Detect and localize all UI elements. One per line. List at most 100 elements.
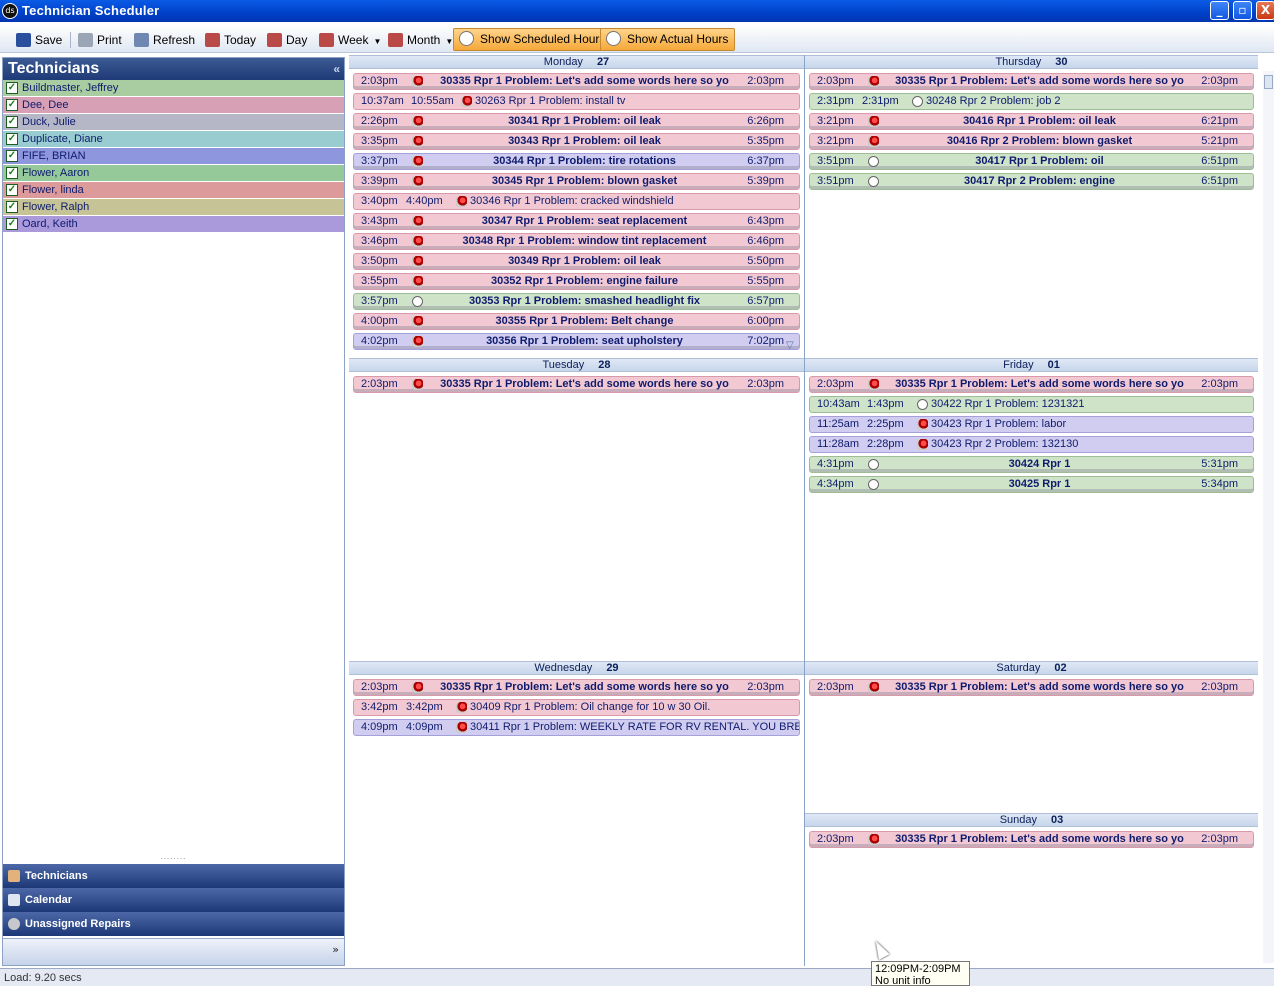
appointment-title: 30422 Rpr 1 Problem: 1231321 [931, 398, 1085, 410]
save-button[interactable]: Save [16, 30, 62, 50]
close-button[interactable]: X [1256, 1, 1274, 20]
checkbox-checked-icon[interactable]: ✓ [6, 167, 18, 179]
start-time: 3:46pm [361, 235, 398, 247]
appointment-mon[interactable]: 3:43pm 30347 Rpr 1 Problem: seat replacem… [353, 213, 800, 230]
appointment-mon[interactable]: 3:37pm 30344 Rpr 1 Problem: tire rotation… [353, 153, 800, 170]
start-time: 4:00pm [361, 315, 398, 327]
day-header-sunday[interactable]: Sunday 03 [805, 813, 1258, 827]
print-button[interactable]: Print [78, 30, 122, 50]
day-header-wednesday[interactable]: Wednesday 29 [349, 661, 804, 675]
appointment-wed[interactable]: 4:09pm 4:09pm 30411 Rpr 1 Problem: WEEKLY … [353, 719, 800, 736]
appointment-fri[interactable]: 10:43am 1:43pm 30422 Rpr 1 Problem: 123132… [809, 396, 1254, 413]
appointment-thu[interactable]: 2:31pm 2:31pm 30248 Rpr 2 Problem: job 2 [809, 93, 1254, 110]
end-time: 2:03pm [747, 75, 784, 87]
appointment-mon[interactable]: 3:57pm 30353 Rpr 1 Problem: smashed headl… [353, 293, 800, 310]
technician-row[interactable]: ✓ Duck, Julie [3, 114, 344, 131]
start-time: 4:31pm [817, 458, 854, 470]
refresh-button[interactable]: Refresh [134, 30, 195, 50]
appointment-mon[interactable]: 3:46pm 30348 Rpr 1 Problem: window tint r… [353, 233, 800, 250]
day-header-saturday[interactable]: Saturday 02 [805, 661, 1258, 675]
checkbox-checked-icon[interactable]: ✓ [6, 218, 18, 230]
vertical-scrollbar[interactable] [1263, 71, 1274, 963]
day-name: Friday [1003, 359, 1034, 371]
collapse-icon[interactable]: « [333, 58, 340, 80]
repair-icon [412, 379, 423, 390]
chevron-right-icon[interactable]: » [332, 943, 339, 956]
appointment-wed[interactable]: 3:42pm 3:42pm 30409 Rpr 1 Problem: Oil cha… [353, 699, 800, 716]
today-button[interactable]: Today [205, 30, 256, 50]
day-view-button[interactable]: Day [267, 30, 307, 50]
appointment-thu[interactable]: 2:03pm 30335 Rpr 1 Problem: Let's add som… [809, 73, 1254, 90]
technician-name: Flower, Aaron [22, 167, 90, 179]
nav-calendar-button[interactable]: Calendar [3, 888, 344, 912]
technician-row[interactable]: ✓ Buildmaster, Jeffrey [3, 80, 344, 97]
checkbox-checked-icon[interactable]: ✓ [6, 184, 18, 196]
day-header-monday[interactable]: Monday 27 [349, 55, 804, 69]
day-header-tuesday[interactable]: Tuesday 28 [349, 358, 804, 372]
end-time: 6:26pm [747, 115, 784, 127]
appointment-mon[interactable]: 2:26pm 30341 Rpr 1 Problem: oil leak 6:26p… [353, 113, 800, 130]
appointment-mon[interactable]: 3:50pm 30349 Rpr 1 Problem: oil leak 5:50p… [353, 253, 800, 270]
appointment-wed[interactable]: 2:03pm 30335 Rpr 1 Problem: Let's add som… [353, 679, 800, 696]
appointment-sun[interactable]: 2:03pm 30335 Rpr 1 Problem: Let's add som… [809, 831, 1254, 848]
start-time: 3:37pm [361, 155, 398, 167]
technician-row[interactable]: ✓ FIFE, BRIAN [3, 148, 344, 165]
checkbox-checked-icon[interactable]: ✓ [6, 82, 18, 94]
appointment-mon[interactable]: 10:37am 10:55am 30263 Rpr 1 Problem: insta… [353, 93, 800, 110]
appointment-thu[interactable]: 3:21pm 30416 Rpr 1 Problem: oil leak 6:21p… [809, 113, 1254, 130]
chevron-down-icon[interactable]: ▼ [373, 37, 381, 46]
appointment-mon[interactable]: 4:02pm 30356 Rpr 1 Problem: seat upholste… [353, 333, 800, 350]
appointment-thu[interactable]: 3:21pm 30416 Rpr 2 Problem: blown gasket 5… [809, 133, 1254, 150]
start-time: 11:25am [817, 418, 859, 430]
show-actual-hours-button[interactable]: Show Actual Hours [600, 28, 736, 51]
technician-row[interactable]: ✓ Duplicate, Diane [3, 131, 344, 148]
month-view-button[interactable]: Month ▼ [388, 30, 453, 50]
start-time: 11:28am [817, 438, 859, 450]
maximize-button[interactable]: ▫ [1233, 1, 1252, 20]
more-appointments-icon[interactable]: ▽ [786, 340, 794, 351]
appointment-mon[interactable]: 3:55pm 30352 Rpr 1 Problem: engine failur… [353, 273, 800, 290]
splitter-grip[interactable]: ........ [3, 854, 344, 861]
appointment-fri[interactable]: 11:28am 2:28pm 30423 Rpr 2 Problem: 132130 [809, 436, 1254, 453]
technician-row[interactable]: ✓ Flower, linda [3, 182, 344, 199]
appointment-thu[interactable]: 3:51pm 30417 Rpr 2 Problem: engine 6:51pm [809, 173, 1254, 190]
appointment-fri[interactable]: 4:31pm 30424 Rpr 1 5:31pm [809, 456, 1254, 473]
appointment-title: 30416 Rpr 2 Problem: blown gasket [946, 135, 1133, 147]
appointment-mon[interactable]: 3:35pm 30343 Rpr 1 Problem: oil leak 5:35p… [353, 133, 800, 150]
appointment-fri[interactable]: 2:03pm 30335 Rpr 1 Problem: Let's add som… [809, 376, 1254, 393]
week-view-button[interactable]: Week ▼ [319, 30, 381, 50]
technician-row[interactable]: ✓ Flower, Aaron [3, 165, 344, 182]
repair-icon [412, 256, 423, 267]
appointment-mon[interactable]: 2:03pm 30335 Rpr 1 Problem: Let's add som… [353, 73, 800, 90]
start-time: 3:50pm [361, 255, 398, 267]
appointment-fri[interactable]: 11:25am 2:25pm 30423 Rpr 1 Problem: labor [809, 416, 1254, 433]
technician-name: Duck, Julie [22, 116, 76, 128]
nav-technicians-button[interactable]: Technicians [3, 864, 344, 888]
appointment-sat[interactable]: 2:03pm 30335 Rpr 1 Problem: Let's add som… [809, 679, 1254, 696]
floppy-icon [16, 33, 31, 47]
today-label: Today [224, 33, 257, 47]
appointment-mon[interactable]: 3:40pm 4:40pm 30346 Rpr 1 Problem: cracked… [353, 193, 800, 210]
checkbox-checked-icon[interactable]: ✓ [6, 201, 18, 213]
checkbox-checked-icon[interactable]: ✓ [6, 150, 18, 162]
technician-row[interactable]: ✓ Oard, Keith [3, 216, 344, 233]
checkbox-checked-icon[interactable]: ✓ [6, 133, 18, 145]
technician-row[interactable]: ✓ Dee, Dee [3, 97, 344, 114]
checkbox-checked-icon[interactable]: ✓ [6, 99, 18, 111]
appointment-title: 30344 Rpr 1 Problem: tire rotations [493, 155, 676, 167]
day-header-friday[interactable]: Friday 01 [805, 358, 1258, 372]
appointment-thu[interactable]: 3:51pm 30417 Rpr 1 Problem: oil 6:51pm [809, 153, 1254, 170]
technician-row[interactable]: ✓ Flower, Ralph [3, 199, 344, 216]
nav-unassigned-button[interactable]: Unassigned Repairs [3, 912, 344, 936]
checkbox-checked-icon[interactable]: ✓ [6, 116, 18, 128]
appointment-tue[interactable]: 2:03pm 30335 Rpr 1 Problem: Let's add som… [353, 376, 800, 393]
scroll-thumb[interactable] [1264, 75, 1273, 89]
appointment-mon[interactable]: 3:39pm 30345 Rpr 1 Problem: blown gasket 5… [353, 173, 800, 190]
end-time: 5:55pm [747, 275, 784, 287]
show-scheduled-hours-button[interactable]: Show Scheduled Hours [453, 28, 613, 51]
appointment-mon[interactable]: 4:00pm 30355 Rpr 1 Problem: Belt change 6:… [353, 313, 800, 330]
appointment-fri[interactable]: 4:34pm 30425 Rpr 1 5:34pm [809, 476, 1254, 493]
minimize-button[interactable]: _ [1210, 1, 1229, 20]
day-header-thursday[interactable]: Thursday 30 [805, 55, 1258, 69]
appointment-title: 30335 Rpr 1 Problem: Let's add some word… [440, 681, 729, 693]
